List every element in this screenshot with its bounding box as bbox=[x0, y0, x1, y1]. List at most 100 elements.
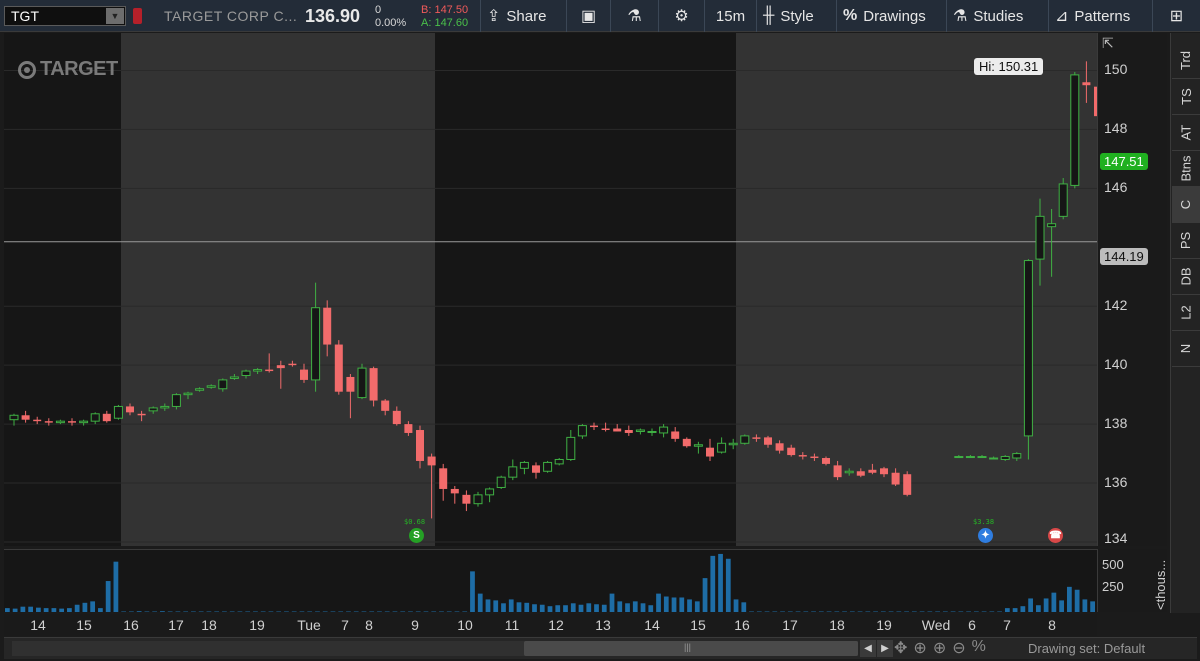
time-axis[interactable]: 14 15 16 17 18 19 Tue 7 8 9 10 11 12 13 14 15 16 17 18 19 We… bbox=[4, 614, 1097, 636]
session-band bbox=[121, 33, 435, 546]
price-tick: 140 bbox=[1104, 356, 1128, 373]
crosshair-icon[interactable]: ⊕ bbox=[913, 638, 926, 658]
volume-bar bbox=[508, 599, 514, 612]
volume-bar bbox=[160, 611, 165, 612]
candle-body bbox=[844, 470, 854, 474]
candle-body bbox=[1058, 183, 1068, 217]
candle-body bbox=[989, 457, 999, 460]
candle-body bbox=[519, 461, 529, 469]
price-axis[interactable]: 147.51 144.19 ⇱ 150 148 146 142 140 138 136 134 bbox=[1097, 33, 1167, 546]
timeframe-button[interactable]: 15m bbox=[704, 0, 756, 32]
candle-body bbox=[346, 376, 355, 392]
zoom-out-icon[interactable]: ⊖ bbox=[952, 638, 965, 658]
candle-body bbox=[1082, 82, 1091, 86]
tab-db[interactable]: DB bbox=[1172, 259, 1200, 295]
candle-body bbox=[68, 421, 76, 423]
tab-c[interactable]: C bbox=[1172, 187, 1200, 223]
price-tick: 136 bbox=[1104, 474, 1128, 491]
volume-bar bbox=[28, 606, 34, 612]
volume-bar bbox=[43, 608, 49, 612]
candlestick-chart[interactable] bbox=[4, 33, 1097, 546]
candle-body bbox=[462, 494, 471, 504]
settings-button[interactable]: ⚙ bbox=[658, 0, 704, 32]
symbol-dropdown-icon[interactable]: ▼ bbox=[106, 8, 124, 24]
volume-bar bbox=[687, 599, 692, 612]
drawings-button[interactable]: % Drawings bbox=[836, 0, 946, 32]
candle-body bbox=[427, 456, 436, 466]
tab-btns[interactable]: Btns bbox=[1172, 151, 1200, 187]
time-tick: 17 bbox=[168, 617, 184, 633]
candle-body bbox=[416, 430, 424, 461]
volume-bar bbox=[1066, 586, 1072, 612]
ask-price: A: 147.60 bbox=[421, 17, 469, 29]
chart-scrollbar[interactable]: ||| ◀ ▶ ✥ ⊕ ⊕ ⊖ % Drawing set: Default bbox=[4, 637, 1197, 659]
share-button[interactable]: ⇪ Share bbox=[480, 0, 566, 32]
time-tick: 12 bbox=[548, 617, 564, 633]
link-flag-icon[interactable] bbox=[133, 8, 142, 24]
time-tick: 18 bbox=[201, 617, 217, 633]
volume-chart[interactable] bbox=[4, 549, 1097, 612]
change-percent: 0.00% bbox=[375, 17, 407, 29]
candle-body bbox=[229, 376, 239, 379]
tab-n[interactable]: N bbox=[1172, 331, 1200, 367]
candle-body bbox=[369, 368, 378, 401]
flask-icon: ⚗ bbox=[953, 8, 968, 25]
volume-bar bbox=[656, 593, 661, 612]
studies-button[interactable]: ⚗ Studies bbox=[946, 0, 1048, 32]
grid-layout-button[interactable]: ⊞ bbox=[1152, 0, 1200, 32]
candle-body bbox=[624, 430, 633, 433]
candle-body bbox=[977, 456, 987, 459]
candle-body bbox=[728, 442, 738, 446]
dividend-icon[interactable]: S bbox=[409, 528, 424, 543]
candle-body bbox=[856, 471, 865, 476]
axis-expand-icon[interactable]: ⇱ bbox=[1102, 35, 1114, 52]
candle-body bbox=[1000, 456, 1010, 460]
time-tick: 8 bbox=[365, 617, 373, 633]
candle-body bbox=[171, 394, 181, 407]
volume-bar bbox=[625, 603, 630, 612]
volume-bar bbox=[640, 603, 646, 612]
volume-bar bbox=[1020, 606, 1026, 612]
candle-body bbox=[693, 444, 703, 447]
scroll-right-button[interactable]: ▶ bbox=[877, 640, 893, 657]
pan-icon[interactable]: ✥ bbox=[894, 638, 907, 658]
lightbulb-icon[interactable]: ✦ bbox=[978, 528, 993, 543]
tab-l2[interactable]: L2 bbox=[1172, 295, 1200, 331]
volume-bar bbox=[51, 608, 57, 612]
volume-bars bbox=[5, 553, 1095, 612]
patterns-button[interactable]: ⊿ Patterns bbox=[1048, 0, 1152, 32]
notes-button[interactable]: ▣ bbox=[566, 0, 610, 32]
candle-body bbox=[195, 388, 205, 391]
volume-bar bbox=[1004, 608, 1010, 612]
time-tick: 15 bbox=[76, 617, 92, 633]
scroll-left-button[interactable]: ◀ bbox=[860, 640, 876, 657]
price-chart[interactable]: TARGET Hi: 150.31 $0.68 S $3.38 ✦ ☎ bbox=[4, 33, 1097, 546]
dividend-amount-label: $0.68 bbox=[404, 518, 426, 526]
volume-bar bbox=[671, 597, 677, 612]
tab-trd[interactable]: Trd bbox=[1172, 43, 1200, 79]
tab-ps[interactable]: PS bbox=[1172, 223, 1200, 259]
calendar-alert-icon: ▣ bbox=[580, 8, 597, 25]
high-price-tag: Hi: 150.31 bbox=[974, 58, 1044, 75]
volume-bar bbox=[136, 611, 142, 612]
volume-bar bbox=[1012, 608, 1018, 612]
dividend-amount-label-2: $3.38 bbox=[973, 518, 995, 526]
session-band bbox=[4, 33, 121, 546]
time-tick: 6 bbox=[968, 617, 976, 633]
candle-body bbox=[241, 370, 251, 376]
tab-label: Trd bbox=[1178, 50, 1194, 71]
thinklab-button[interactable]: ⚗ bbox=[610, 0, 658, 32]
phone-icon[interactable]: ☎ bbox=[1048, 528, 1063, 543]
time-tick: 13 bbox=[595, 617, 611, 633]
symbol-input[interactable]: TGT ▼ bbox=[4, 6, 126, 26]
tab-ts[interactable]: TS bbox=[1172, 79, 1200, 115]
tab-at[interactable]: AT bbox=[1172, 115, 1200, 151]
percent-zoom-icon[interactable]: % bbox=[972, 638, 986, 658]
grid-icon: ⊞ bbox=[1169, 8, 1184, 25]
volume-bar bbox=[113, 561, 119, 612]
candle-body bbox=[532, 465, 540, 473]
time-tick: 9 bbox=[411, 617, 419, 633]
style-button[interactable]: ╫ Style bbox=[756, 0, 836, 32]
zoom-in-icon[interactable]: ⊕ bbox=[933, 638, 946, 658]
candle-body bbox=[671, 431, 680, 439]
